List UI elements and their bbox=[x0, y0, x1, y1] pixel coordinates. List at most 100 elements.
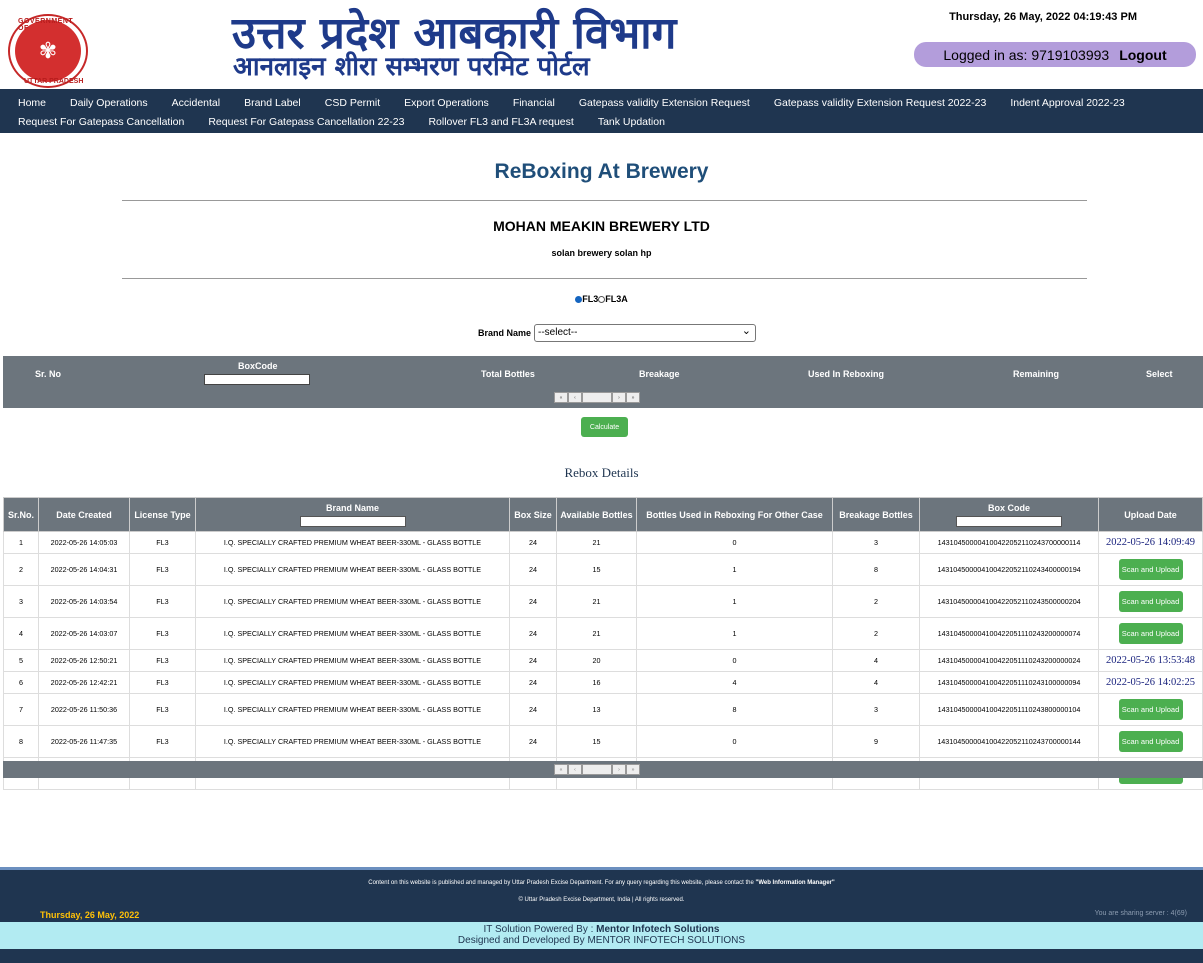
nav-item[interactable]: Tank Updation bbox=[598, 116, 665, 128]
th-available-bottles: Available Bottles bbox=[556, 497, 637, 532]
scan-and-upload-button[interactable]: Scan and Upload bbox=[1118, 559, 1183, 580]
cell-breakage-bottles: 3 bbox=[832, 531, 920, 554]
nav-item[interactable]: Export Operations bbox=[404, 97, 489, 109]
divider bbox=[122, 278, 1087, 279]
cell-license-type: FL3 bbox=[129, 725, 196, 758]
cell-breakage-bottles: 2 bbox=[832, 617, 920, 650]
nav-item[interactable]: Accidental bbox=[172, 97, 220, 109]
cell-sr-no: 8 bbox=[3, 725, 39, 758]
cell-bottles-used: 0 bbox=[636, 649, 833, 672]
th-date-created: Date Created bbox=[38, 497, 130, 532]
powered-by-line: IT Solution Powered By : Mentor Infotech… bbox=[0, 924, 1203, 935]
last-page-button[interactable]: » bbox=[626, 764, 640, 775]
box-code-filter-input[interactable] bbox=[956, 515, 1062, 527]
cell-sr-no: 5 bbox=[3, 649, 39, 672]
page-input[interactable] bbox=[582, 392, 612, 403]
main-nav: Home Daily Operations Accidental Brand Labe… bbox=[0, 89, 1203, 133]
th-brand-name: Brand Name bbox=[195, 497, 510, 532]
table-row: 3 2022-05-26 14:03:54 FL3 I.Q. SPECIALLY CR… bbox=[3, 585, 1203, 618]
logout-link[interactable]: Logout bbox=[1119, 47, 1166, 63]
company-address: solan brewery solan hp bbox=[551, 248, 652, 258]
cell-upload-date: Scan and Upload bbox=[1098, 693, 1203, 726]
cell-breakage-bottles: 3 bbox=[832, 693, 920, 726]
cell-sr-no: 3 bbox=[3, 585, 39, 618]
brand-name-field: Brand Name --select-- bbox=[478, 324, 757, 342]
first-page-button[interactable]: « bbox=[554, 392, 568, 403]
cell-date-created: 2022-05-26 14:05:03 bbox=[38, 531, 130, 554]
nav-item[interactable]: Financial bbox=[513, 97, 555, 109]
next-page-button[interactable]: › bbox=[612, 764, 626, 775]
table-header-row: Sr.No. Date Created License Type Brand N… bbox=[3, 497, 1203, 532]
cell-license-type: FL3 bbox=[129, 671, 196, 694]
nav-item[interactable]: Request For Gatepass Cancellation bbox=[18, 116, 184, 128]
nav-item[interactable]: Gatepass validity Extension Request 2022… bbox=[774, 97, 986, 109]
cell-box-code: 143104500004100422051110243200000024 bbox=[919, 649, 1099, 672]
cell-license-type: FL3 bbox=[129, 531, 196, 554]
th-license-type: License Type bbox=[129, 497, 196, 532]
cell-available-bottles: 21 bbox=[556, 617, 637, 650]
calculate-button[interactable]: Calculate bbox=[581, 417, 628, 437]
box-selection-grid: Sr. No BoxCode Total Bottles Breakage Us… bbox=[3, 356, 1203, 408]
page-input[interactable] bbox=[582, 764, 612, 775]
next-page-button[interactable]: › bbox=[612, 392, 626, 403]
first-page-button[interactable]: « bbox=[554, 764, 568, 775]
cell-box-size: 24 bbox=[509, 553, 557, 586]
prev-page-button[interactable]: ‹ bbox=[568, 392, 582, 403]
scan-and-upload-button[interactable]: Scan and Upload bbox=[1118, 699, 1183, 720]
cell-sr-no: 6 bbox=[3, 671, 39, 694]
site-title: उत्तर प्रदेश आबकारी विभाग bbox=[232, 8, 677, 59]
nav-item[interactable]: Rollover FL3 and FL3A request bbox=[428, 116, 573, 128]
cell-date-created: 2022-05-26 14:03:07 bbox=[38, 617, 130, 650]
cell-license-type: FL3 bbox=[129, 617, 196, 650]
login-status: Logged in as: 9719103993 Logout bbox=[914, 42, 1196, 67]
grid-pager: « ‹ › » bbox=[554, 392, 640, 403]
table-row: 7 2022-05-26 11:50:36 FL3 I.Q. SPECIALLY CR… bbox=[3, 693, 1203, 726]
nav-item[interactable]: Daily Operations bbox=[70, 97, 148, 109]
cell-brand-name: I.Q. SPECIALLY CRAFTED PREMIUM WHEAT BEE… bbox=[195, 553, 510, 586]
brand-name-label: Brand Name bbox=[478, 328, 532, 338]
cell-date-created: 2022-05-26 11:47:35 bbox=[38, 725, 130, 758]
footer-notice-text: Content on this website is published and… bbox=[368, 880, 754, 886]
brand-name-select[interactable]: --select-- bbox=[534, 324, 757, 342]
cell-sr-no: 4 bbox=[3, 617, 39, 650]
cell-bottles-used: 1 bbox=[636, 617, 833, 650]
nav-item[interactable]: CSD Permit bbox=[325, 97, 380, 109]
boxcode-filter-input[interactable] bbox=[204, 374, 310, 385]
cell-breakage-bottles: 4 bbox=[832, 649, 920, 672]
cell-brand-name: I.Q. SPECIALLY CRAFTED PREMIUM WHEAT BEE… bbox=[195, 585, 510, 618]
cell-bottles-used: 0 bbox=[636, 725, 833, 758]
cell-box-code: 143104500004100422052110243700000114 bbox=[919, 531, 1099, 554]
cell-available-bottles: 20 bbox=[556, 649, 637, 672]
nav-item[interactable]: Request For Gatepass Cancellation 22-23 bbox=[208, 116, 404, 128]
scan-and-upload-button[interactable]: Scan and Upload bbox=[1118, 591, 1183, 612]
scan-and-upload-button[interactable]: Scan and Upload bbox=[1118, 731, 1183, 752]
cell-available-bottles: 15 bbox=[556, 725, 637, 758]
radio-fl3-label: FL3 bbox=[582, 294, 599, 304]
nav-item[interactable]: Brand Label bbox=[244, 97, 301, 109]
nav-item[interactable]: Indent Approval 2022-23 bbox=[1010, 97, 1124, 109]
web-information-manager-link[interactable]: "Web Information Manager" bbox=[755, 880, 834, 886]
brand-name-filter-input[interactable] bbox=[299, 515, 406, 527]
table-row: 5 2022-05-26 12:50:21 FL3 I.Q. SPECIALLY CR… bbox=[3, 649, 1203, 672]
upload-date-value: 2022-05-26 14:02:25 bbox=[1106, 677, 1195, 688]
site-subtitle: आनलाइन शीरा सम्भरण परमिट पोर्टल bbox=[233, 52, 590, 82]
cell-license-type: FL3 bbox=[129, 585, 196, 618]
footer-info: Content on this website is published and… bbox=[0, 867, 1203, 922]
nav-item[interactable]: Gatepass validity Extension Request bbox=[579, 97, 750, 109]
col-remaining: Remaining bbox=[1013, 369, 1060, 379]
current-datetime: Thursday, 26 May, 2022 04:19:43 PM bbox=[949, 11, 1137, 23]
last-page-button[interactable]: » bbox=[626, 392, 640, 403]
cell-box-code: 143104500004100422052110243500000204 bbox=[919, 585, 1099, 618]
scan-and-upload-button[interactable]: Scan and Upload bbox=[1118, 623, 1183, 644]
cell-box-code: 143104500004100422051110243200000074 bbox=[919, 617, 1099, 650]
cell-license-type: FL3 bbox=[129, 649, 196, 672]
cell-date-created: 2022-05-26 11:50:36 bbox=[38, 693, 130, 726]
footer-copyright: © Uttar Pradesh Excise Department, India… bbox=[518, 897, 685, 903]
th-box-size: Box Size bbox=[509, 497, 557, 532]
cell-box-code: 143104500004100422051110243800000104 bbox=[919, 693, 1099, 726]
cell-upload-date: 2022-05-26 14:09:49 bbox=[1098, 531, 1203, 554]
footer-credits: IT Solution Powered By : Mentor Infotech… bbox=[0, 922, 1203, 949]
company-name: MOHAN MEAKIN BREWERY LTD bbox=[493, 218, 710, 234]
nav-item[interactable]: Home bbox=[18, 97, 46, 109]
prev-page-button[interactable]: ‹ bbox=[568, 764, 582, 775]
